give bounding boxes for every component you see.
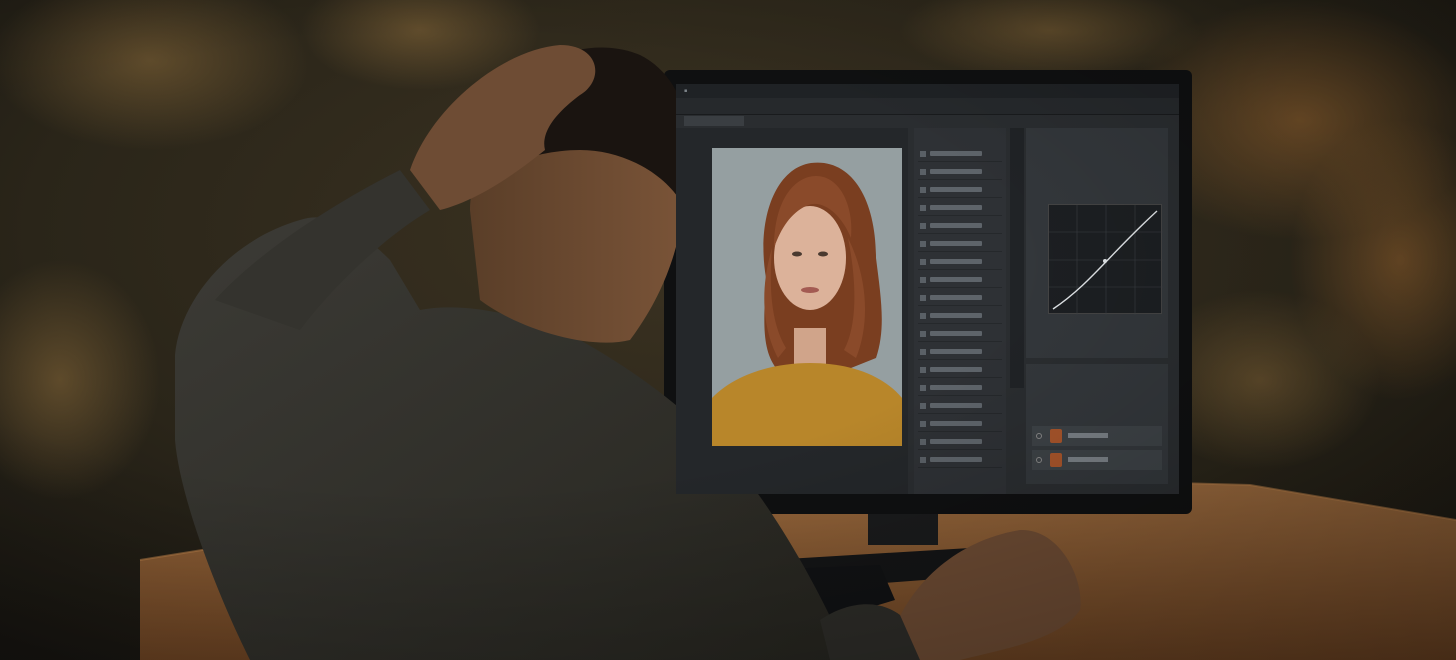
list-item[interactable]	[918, 184, 1002, 198]
adjustment-icon	[920, 151, 926, 157]
curve-point[interactable]	[1103, 259, 1107, 263]
list-item-label	[930, 421, 982, 426]
adjustment-icon	[920, 349, 926, 355]
adjustment-icon	[920, 259, 926, 265]
woman-portrait	[712, 148, 902, 446]
list-item-label	[930, 259, 982, 264]
list-item[interactable]	[918, 454, 1002, 468]
layer-thumbnail	[1050, 429, 1062, 443]
list-item[interactable]	[918, 346, 1002, 360]
list-item[interactable]	[918, 274, 1002, 288]
adjustment-icon	[920, 421, 926, 427]
list-item[interactable]	[918, 328, 1002, 342]
list-item-label	[930, 169, 982, 174]
list-item[interactable]	[918, 364, 1002, 378]
canvas-area	[676, 128, 908, 494]
adjustment-icon	[920, 295, 926, 301]
eye-icon[interactable]	[1036, 457, 1042, 463]
layer-label	[1068, 433, 1108, 438]
list-item[interactable]	[918, 400, 1002, 414]
list-item[interactable]	[918, 166, 1002, 180]
adjustment-icon	[920, 331, 926, 337]
list-item[interactable]	[918, 148, 1002, 162]
list-item[interactable]	[918, 436, 1002, 450]
app-menu-bar: ▪	[676, 84, 1179, 98]
adjustments-panel	[914, 128, 1006, 494]
layer-row[interactable]	[1032, 450, 1162, 470]
list-item[interactable]	[918, 238, 1002, 252]
adjustment-icon	[920, 403, 926, 409]
layers-panel	[1026, 364, 1168, 484]
list-item-label	[930, 403, 982, 408]
list-item[interactable]	[918, 310, 1002, 324]
monitor-screen: ▪	[676, 84, 1179, 494]
document-tab	[684, 116, 744, 126]
toolbar	[1010, 128, 1024, 388]
adjustment-icon	[920, 439, 926, 445]
photo-scene: ▪	[0, 0, 1456, 660]
adjustment-icon	[920, 187, 926, 193]
list-item[interactable]	[918, 220, 1002, 234]
list-item-label	[930, 241, 982, 246]
list-item-label	[930, 187, 982, 192]
layer-label	[1068, 457, 1108, 462]
list-item-label	[930, 331, 982, 336]
adjustment-icon	[920, 367, 926, 373]
adjustment-icon	[920, 241, 926, 247]
curves-graph[interactable]	[1048, 204, 1163, 315]
list-item[interactable]	[918, 382, 1002, 396]
list-item[interactable]	[918, 256, 1002, 270]
options-bar	[676, 98, 1179, 115]
layer-thumbnail	[1050, 453, 1062, 467]
list-item-label	[930, 385, 982, 390]
adjustment-icon	[920, 457, 926, 463]
list-item-label	[930, 205, 982, 210]
list-item[interactable]	[918, 202, 1002, 216]
curve-chart	[1049, 205, 1163, 315]
list-item-label	[930, 277, 982, 282]
adjustment-icon	[920, 277, 926, 283]
adjustment-icon	[920, 205, 926, 211]
adjustment-icon	[920, 169, 926, 175]
list-item-label	[930, 151, 982, 156]
adjustment-icon	[920, 313, 926, 319]
list-item-label	[930, 223, 982, 228]
adjustment-icon	[920, 223, 926, 229]
list-item-label	[930, 439, 982, 444]
list-item-label	[930, 367, 982, 372]
adjustment-icon	[920, 385, 926, 391]
list-item-label	[930, 349, 982, 354]
list-item[interactable]	[918, 292, 1002, 306]
list-item-label	[930, 313, 982, 318]
list-item[interactable]	[918, 418, 1002, 432]
list-item-label	[930, 295, 982, 300]
eye-icon[interactable]	[1036, 433, 1042, 439]
layer-row[interactable]	[1032, 426, 1162, 446]
list-item-label	[930, 457, 982, 462]
menu-placeholder: ▪	[684, 88, 688, 94]
